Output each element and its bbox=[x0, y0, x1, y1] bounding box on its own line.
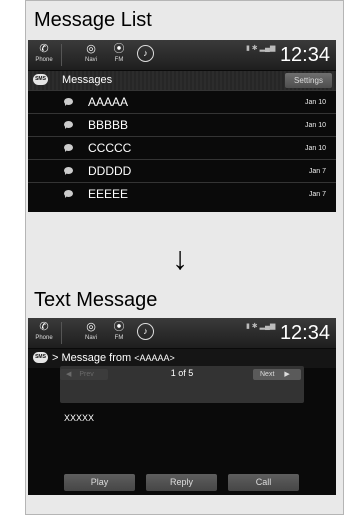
message-sender: AAAAA bbox=[88, 95, 129, 109]
next-button[interactable]: Next ▶ bbox=[253, 369, 301, 380]
message-bubble-icon bbox=[64, 167, 73, 175]
fm-label: FM bbox=[114, 335, 124, 341]
settings-button[interactable]: Settings bbox=[285, 73, 332, 88]
connection-status-icons: ▮ ✱ ▂▄▆ bbox=[246, 45, 276, 52]
status-bar: ✆ Phone ◎ Navi ⦿ FM ♪ ▮ ✱ ▂▄▆ 12:34 bbox=[28, 40, 336, 70]
message-list-screen: ✆ Phone ◎ Navi ⦿ FM ♪ ▮ ✱ ▂▄▆ 12:34 SMS … bbox=[28, 40, 336, 212]
navi-label: Navi bbox=[84, 57, 97, 63]
message-sender: DDDDD bbox=[88, 164, 132, 178]
audio-source-icon[interactable]: ♪ bbox=[137, 45, 154, 62]
next-arrow-icon: ▶ bbox=[284, 371, 290, 378]
connection-status-icons: ▮ ✱ ▂▄▆ bbox=[246, 323, 276, 330]
play-button[interactable]: Play bbox=[64, 474, 135, 491]
message-date: Jan 10 bbox=[304, 122, 326, 129]
navi-label: Navi bbox=[84, 335, 97, 341]
divider bbox=[61, 44, 62, 66]
clock: 12:34 bbox=[279, 322, 330, 344]
message-sender: EEEEE bbox=[88, 187, 129, 201]
compass-icon: ◎ bbox=[86, 321, 96, 333]
divider bbox=[61, 322, 62, 344]
detail-title-prefix: > Message from bbox=[52, 352, 132, 364]
fm-button[interactable]: ⦿ FM bbox=[106, 320, 132, 346]
status-bar: ✆ Phone ◎ Navi ⦿ FM ♪ ▮ ✱ ▂▄▆ 12:34 bbox=[28, 318, 336, 348]
message-date: Jan 10 bbox=[304, 145, 326, 152]
phone-icon: ✆ bbox=[39, 321, 49, 333]
message-list-heading: Message List bbox=[34, 9, 152, 31]
navi-button[interactable]: ◎ Navi bbox=[78, 42, 104, 68]
sms-icon: SMS bbox=[33, 74, 48, 85]
phone-button[interactable]: ✆ Phone bbox=[31, 320, 57, 346]
navi-button[interactable]: ◎ Navi bbox=[78, 320, 104, 346]
phone-label: Phone bbox=[35, 57, 53, 63]
phone-button[interactable]: ✆ Phone bbox=[31, 42, 57, 68]
message-sender: CCCCC bbox=[88, 141, 132, 155]
message-list-item[interactable]: CCCCC Jan 10 bbox=[28, 136, 336, 159]
message-sender: BBBBB bbox=[88, 118, 129, 132]
message-bubble-icon bbox=[64, 121, 73, 129]
fm-label: FM bbox=[114, 57, 124, 63]
fm-button[interactable]: ⦿ FM bbox=[106, 42, 132, 68]
message-list-item[interactable]: AAAAA Jan 10 bbox=[28, 90, 336, 113]
message-date: Jan 7 bbox=[308, 168, 326, 175]
list-title-bar: SMS Messages Settings bbox=[28, 71, 336, 90]
call-button[interactable]: Call bbox=[228, 474, 299, 491]
radio-icon: ⦿ bbox=[113, 321, 125, 333]
radio-icon: ⦿ bbox=[113, 43, 125, 55]
detail-title: > Message from <AAAAA> bbox=[52, 352, 175, 365]
message-date: Jan 7 bbox=[308, 191, 326, 198]
clock: 12:34 bbox=[279, 44, 330, 66]
next-label: Next bbox=[260, 371, 275, 378]
message-body: XXXXX bbox=[64, 413, 95, 423]
counter-current: 1 bbox=[170, 368, 176, 378]
compass-icon: ◎ bbox=[86, 43, 96, 55]
counter-of: of bbox=[178, 368, 186, 378]
message-date: Jan 10 bbox=[304, 99, 326, 106]
sms-icon: SMS bbox=[33, 352, 48, 363]
audio-source-icon[interactable]: ♪ bbox=[137, 323, 154, 340]
text-message-heading: Text Message bbox=[34, 289, 158, 311]
message-list-item[interactable]: EEEEE Jan 7 bbox=[28, 182, 336, 205]
counter-total: 5 bbox=[188, 368, 194, 378]
arrow-down-icon: ↓ bbox=[172, 240, 188, 276]
list-title: Messages bbox=[62, 74, 113, 86]
message-list-item[interactable]: DDDDD Jan 7 bbox=[28, 159, 336, 182]
message-navigation: ◀ Prev 1 of 5 Next ▶ bbox=[60, 366, 304, 403]
phone-label: Phone bbox=[35, 335, 53, 341]
message-list-item[interactable]: BBBBB Jan 10 bbox=[28, 113, 336, 136]
message-bubble-icon bbox=[64, 98, 73, 106]
detail-title-sender: <AAAAA> bbox=[134, 353, 175, 363]
phone-icon: ✆ bbox=[39, 43, 49, 55]
message-bubble-icon bbox=[64, 190, 73, 198]
text-message-screen: ✆ Phone ◎ Navi ⦿ FM ♪ ▮ ✱ ▂▄▆ 12:34 SMS … bbox=[28, 318, 336, 495]
reply-button[interactable]: Reply bbox=[146, 474, 217, 491]
message-bubble-icon bbox=[64, 144, 73, 152]
